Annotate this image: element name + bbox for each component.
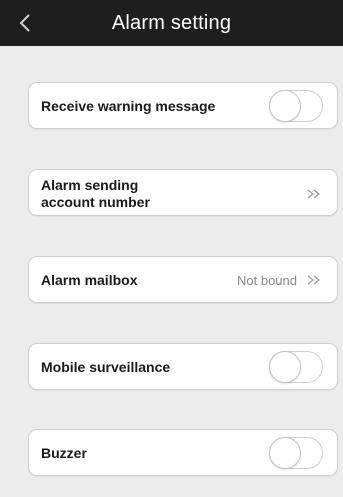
mobile-surveillance-label: Mobile surveillance: [41, 359, 171, 375]
double-chevron-right-icon: [307, 189, 320, 199]
mobile-surveillance-toggle[interactable]: [269, 351, 323, 383]
alarm-sending-account-number-row[interactable]: Alarm sending account number: [28, 169, 338, 216]
receive-warning-message-toggle[interactable]: [269, 90, 323, 122]
mobile-surveillance-row[interactable]: Mobile surveillance: [28, 343, 338, 390]
alarm-mailbox-label: Alarm mailbox: [41, 272, 138, 288]
alarm-mailbox-status: Not bound: [237, 273, 297, 288]
buzzer-row[interactable]: Buzzer: [28, 429, 338, 476]
double-chevron-right-icon: [307, 275, 320, 285]
receive-warning-message-label: Receive warning message: [41, 98, 216, 114]
page-title: Alarm setting: [111, 12, 232, 34]
toggle-knob: [269, 90, 301, 122]
top-bar: Alarm setting: [0, 0, 343, 46]
buzzer-label: Buzzer: [41, 445, 87, 461]
receive-warning-message-row[interactable]: Receive warning message: [28, 82, 338, 129]
toggle-knob: [269, 351, 301, 383]
toggle-knob: [269, 437, 301, 469]
buzzer-toggle[interactable]: [269, 437, 323, 469]
alarm-mailbox-row[interactable]: Alarm mailbox Not bound: [28, 256, 338, 303]
alarm-sending-account-number-label: Alarm sending account number: [41, 177, 150, 210]
